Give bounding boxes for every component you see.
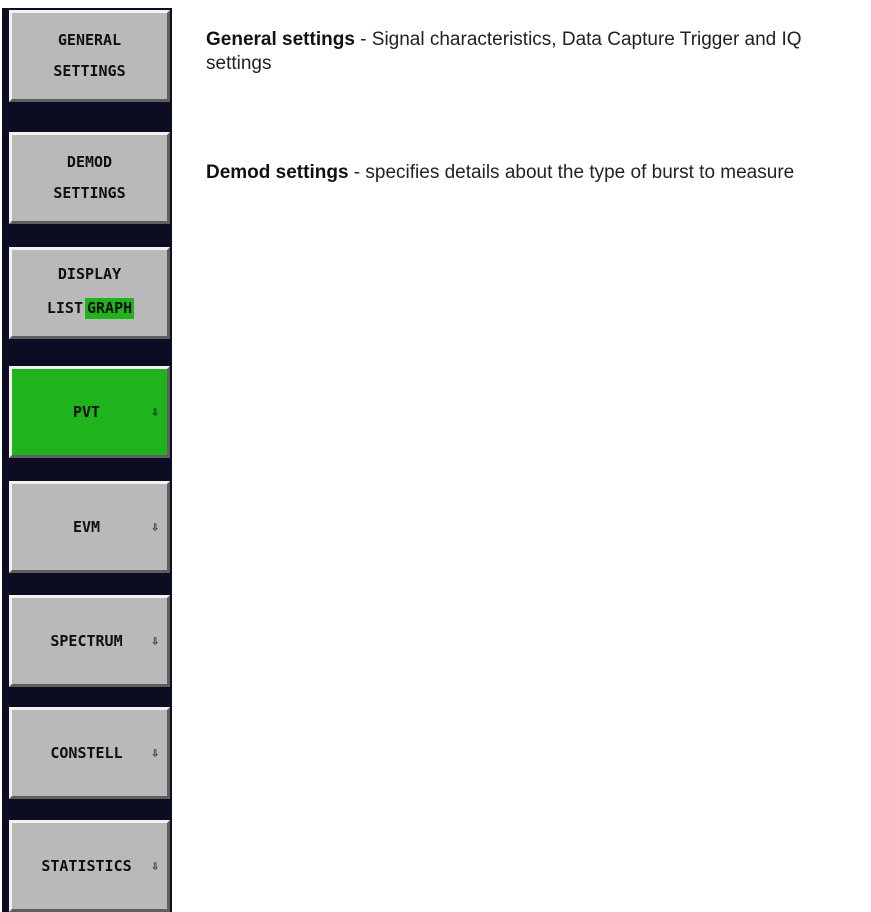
spectrum-button[interactable]: SPECTRUM ⇩ [9, 595, 170, 687]
softkey-label: PVT [72, 403, 101, 421]
statistics-button[interactable]: STATISTICS ⇩ [9, 820, 170, 912]
description-text: - specifies details about the type of bu… [348, 162, 795, 183]
display-option-list: LIST [46, 299, 83, 317]
display-option-graph: GRAPH [84, 298, 135, 319]
softkey-panel: GENERAL SETTINGS DEMOD SETTINGS DISPLAY … [2, 8, 172, 912]
pvt-button[interactable]: PVT ⇩ [9, 366, 170, 458]
softkey-label-line1: DEMOD [66, 153, 113, 171]
submenu-arrow-icon: ⇩ [151, 745, 159, 761]
display-options: LIST GRAPH [45, 298, 135, 319]
description-title: General settings [206, 29, 355, 50]
softkey-label-line2: SETTINGS [53, 62, 126, 80]
constell-button[interactable]: CONSTELL ⇩ [9, 707, 170, 799]
evm-button[interactable]: EVM ⇩ [9, 481, 170, 573]
softkey-label: STATISTICS [41, 857, 132, 875]
submenu-arrow-icon: ⇩ [151, 519, 159, 535]
general-settings-description: General settings - Signal characteristic… [206, 28, 856, 76]
submenu-arrow-icon: ⇩ [151, 858, 159, 874]
submenu-arrow-icon: ⇩ [151, 404, 159, 420]
softkey-label: EVM [72, 518, 101, 536]
display-list-graph-toggle[interactable]: DISPLAY LIST GRAPH [9, 247, 170, 339]
softkey-label: CONSTELL [50, 744, 123, 762]
description-title: Demod settings [206, 162, 349, 183]
general-settings-button[interactable]: GENERAL SETTINGS [9, 10, 170, 102]
softkey-label-line1: GENERAL [57, 31, 122, 49]
softkey-label: SPECTRUM [50, 632, 123, 650]
demod-settings-button[interactable]: DEMOD SETTINGS [9, 132, 170, 224]
submenu-arrow-icon: ⇩ [151, 633, 159, 649]
softkey-label-line2: SETTINGS [53, 184, 126, 202]
softkey-label-line1: DISPLAY [57, 265, 122, 283]
demod-settings-description: Demod settings - specifies details about… [206, 161, 856, 185]
